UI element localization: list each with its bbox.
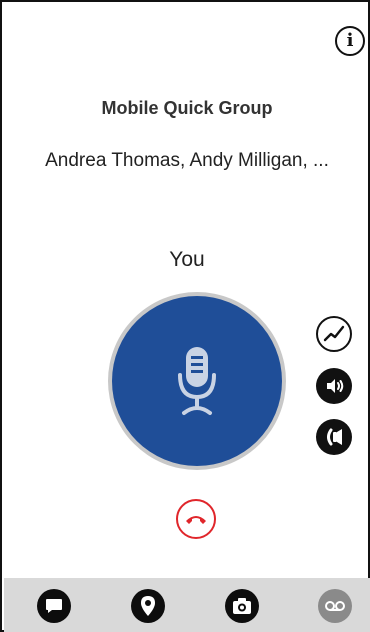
network-activity-icon — [323, 325, 345, 342]
info-icon: i — [346, 30, 354, 51]
speaker-volume-icon — [327, 379, 344, 393]
end-call-button[interactable] — [176, 499, 216, 539]
info-button[interactable]: i — [335, 26, 365, 56]
group-name: Mobile Quick Group — [101, 98, 273, 118]
call-mode-icon — [327, 428, 342, 446]
end-call-icon — [186, 516, 206, 524]
group-members: Andrea Thomas, Andy Milligan, ... — [45, 150, 329, 171]
current-speaker: You — [169, 248, 205, 271]
push-to-talk-button[interactable] — [108, 292, 286, 470]
call-mode-button[interactable] — [316, 419, 352, 455]
tab-voicemail[interactable] — [318, 589, 352, 623]
network-activity-button[interactable] — [316, 316, 352, 352]
voicemail-icon — [325, 601, 345, 611]
app-screen: i Mobile Quick Group Andrea Thomas, Andy… — [0, 0, 370, 632]
location-icon — [141, 596, 155, 616]
tab-location[interactable] — [131, 589, 165, 623]
camera-icon — [233, 598, 251, 614]
speaker-button[interactable] — [316, 368, 352, 404]
microphone-icon — [178, 347, 216, 415]
chat-icon — [46, 599, 62, 613]
bottom-navigation — [4, 578, 370, 632]
tab-camera[interactable] — [225, 589, 259, 623]
tab-chat[interactable] — [37, 589, 71, 623]
push-to-talk-circle — [112, 296, 282, 466]
